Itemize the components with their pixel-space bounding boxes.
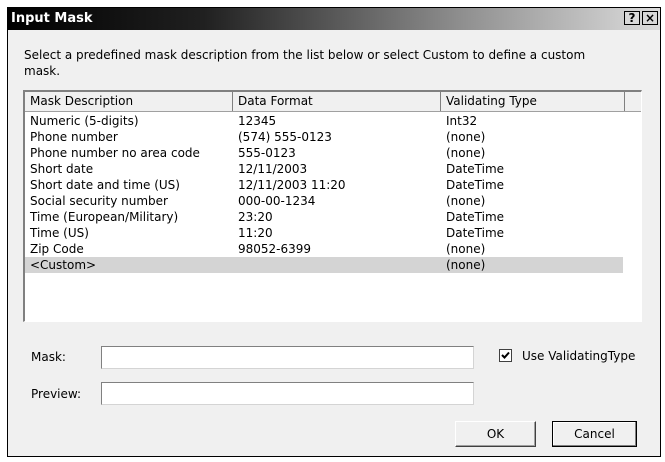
list-item[interactable]: Zip Code 98052-6399 (none) xyxy=(25,241,641,257)
list-item[interactable]: Phone number no area code 555-0123 (none) xyxy=(25,145,641,161)
cell-data-format: 11:20 xyxy=(238,226,273,240)
cell-mask-description: Time (European/Military) xyxy=(30,210,179,224)
list-item[interactable]: Time (European/Military) 23:20 DateTime xyxy=(25,209,641,225)
cell-mask-description: Phone number no area code xyxy=(30,146,200,160)
cell-validating-type: (none) xyxy=(446,194,486,208)
cell-data-format: 12345 xyxy=(238,114,277,128)
cell-data-format: 12/11/2003 11:20 xyxy=(238,178,346,192)
list-item[interactable]: Short date 12/11/2003 DateTime xyxy=(25,161,641,177)
checkmark-icon xyxy=(501,351,510,359)
cell-data-format xyxy=(233,257,441,273)
column-header-data-format[interactable]: Data Format xyxy=(233,92,441,111)
ok-button[interactable]: OK xyxy=(455,421,536,447)
cell-mask-description: <Custom> xyxy=(30,258,97,272)
list-item[interactable]: Short date and time (US) 12/11/2003 11:20… xyxy=(25,177,641,193)
cell-validating-type: (none) xyxy=(446,146,486,160)
mask-list[interactable]: Mask Description Data Format Validating … xyxy=(23,90,642,322)
list-item[interactable]: Phone number (574) 555-0123 (none) xyxy=(25,129,641,145)
column-header-validating-type[interactable]: Validating Type xyxy=(441,92,625,111)
cell-mask-description: Short date and time (US) xyxy=(30,178,180,192)
close-button[interactable]: × xyxy=(642,11,658,25)
cell-validating-type: DateTime xyxy=(446,226,505,240)
list-item[interactable]: <Custom> (none) xyxy=(25,257,623,273)
list-header: Mask Description Data Format Validating … xyxy=(25,92,641,112)
cell-mask-description: Social security number xyxy=(30,194,168,208)
close-icon: × xyxy=(644,11,656,25)
column-header-mask-description[interactable]: Mask Description xyxy=(25,92,233,111)
cell-validating-type: (none) xyxy=(446,242,486,256)
list-rows: Numeric (5-digits) 12345 Int32 Phone number… xyxy=(25,113,641,273)
list-item[interactable]: Time (US) 11:20 DateTime xyxy=(25,225,641,241)
mask-input[interactable] xyxy=(101,346,474,369)
help-icon: ? xyxy=(628,11,636,25)
cell-mask-description: Zip Code xyxy=(30,242,84,256)
cell-mask-description: Numeric (5-digits) xyxy=(30,114,139,128)
cell-mask-description: Time (US) xyxy=(30,226,89,240)
list-item[interactable]: Social security number 000-00-1234 (none) xyxy=(25,193,641,209)
cell-data-format: 23:20 xyxy=(238,210,273,224)
cell-data-format: 98052-6399 xyxy=(238,242,312,256)
list-item[interactable]: Numeric (5-digits) 12345 Int32 xyxy=(25,113,641,129)
cell-data-format: 555-0123 xyxy=(238,146,296,160)
cell-data-format: (574) 555-0123 xyxy=(238,130,332,144)
preview-input[interactable] xyxy=(101,382,474,405)
cell-mask-description: Phone number xyxy=(30,130,118,144)
dialog-title: Input Mask xyxy=(11,11,93,26)
cell-validating-type: DateTime xyxy=(446,162,505,176)
mask-label: Mask: xyxy=(31,350,66,364)
cancel-button[interactable]: Cancel xyxy=(552,421,637,447)
cell-validating-type: DateTime xyxy=(446,210,505,224)
use-validating-type-label[interactable]: Use ValidatingType xyxy=(522,348,635,364)
cell-validating-type: DateTime xyxy=(446,178,505,192)
cell-mask-description: Short date xyxy=(30,162,94,176)
help-button[interactable]: ? xyxy=(624,11,640,25)
cell-data-format: 12/11/2003 xyxy=(238,162,308,176)
title-bar[interactable]: Input Mask ? × xyxy=(8,8,660,30)
cell-validating-type: Int32 xyxy=(446,114,478,128)
cell-data-format: 000-00-1234 xyxy=(238,194,316,208)
cell-validating-type: (none) xyxy=(446,258,486,272)
preview-label: Preview: xyxy=(31,387,82,401)
use-validating-type-checkbox[interactable] xyxy=(499,349,512,362)
instructions-text: Select a predefined mask description fro… xyxy=(24,48,586,78)
cell-validating-type: (none) xyxy=(446,130,486,144)
